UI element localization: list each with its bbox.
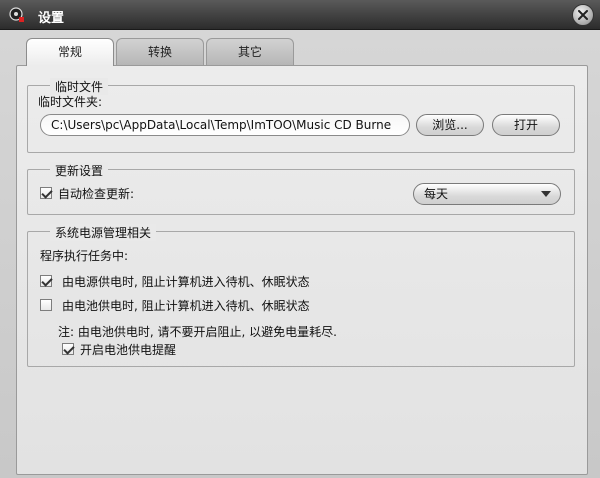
tab-convert[interactable]: 转换 <box>116 38 204 65</box>
temp-folder-path-input[interactable]: C:\Users\pc\AppData\Local\Temp\ImTOO\Mus… <box>40 114 410 136</box>
title-bar: 设置 <box>0 0 600 30</box>
chevron-down-icon <box>541 191 551 197</box>
update-group: 更新设置 自动检查更新: 每天 <box>27 162 575 215</box>
app-logo-icon <box>9 7 24 22</box>
window-body: 常规 转换 其它 临时文件 临时文件夹: C:\Users\pc\AppData… <box>0 30 600 478</box>
update-frequency-value: 每天 <box>424 187 449 201</box>
auto-check-update-label: 自动检查更新: <box>58 187 135 201</box>
tab-general[interactable]: 常规 <box>26 38 114 66</box>
temp-files-group: 临时文件 临时文件夹: C:\Users\pc\AppData\Local\Te… <box>27 78 575 153</box>
window-title: 设置 <box>38 11 65 26</box>
ac-power-checkbox[interactable] <box>40 275 52 287</box>
update-frequency-select[interactable]: 每天 <box>413 183 561 205</box>
close-icon <box>578 10 588 20</box>
power-subtitle: 程序执行任务中: <box>40 249 129 263</box>
temp-folder-label: 临时文件夹: <box>38 95 103 109</box>
close-button[interactable] <box>572 4 594 26</box>
battery-power-label: 由电池供电时, 阻止计算机进入待机、休眠状态 <box>62 299 310 313</box>
browse-button[interactable]: 浏览... <box>416 114 484 136</box>
power-group-title: 系统电源管理相关 <box>50 224 157 241</box>
settings-panel: 临时文件 临时文件夹: C:\Users\pc\AppData\Local\Te… <box>16 65 588 475</box>
tab-other[interactable]: 其它 <box>206 38 294 65</box>
battery-reminder-checkbox[interactable] <box>62 343 74 355</box>
power-group: 系统电源管理相关 程序执行任务中: 由电源供电时, 阻止计算机进入待机、休眠状态… <box>27 224 575 367</box>
open-button[interactable]: 打开 <box>492 114 560 136</box>
ac-power-label: 由电源供电时, 阻止计算机进入待机、休眠状态 <box>62 275 310 289</box>
battery-note: 注: 由电池供电时, 请不要开启阻止, 以避免电量耗尽. <box>58 325 337 339</box>
battery-power-checkbox[interactable] <box>40 299 52 311</box>
battery-reminder-label: 开启电池供电提醒 <box>80 343 177 357</box>
auto-check-update-checkbox[interactable] <box>40 187 52 199</box>
update-group-title: 更新设置 <box>50 162 109 179</box>
